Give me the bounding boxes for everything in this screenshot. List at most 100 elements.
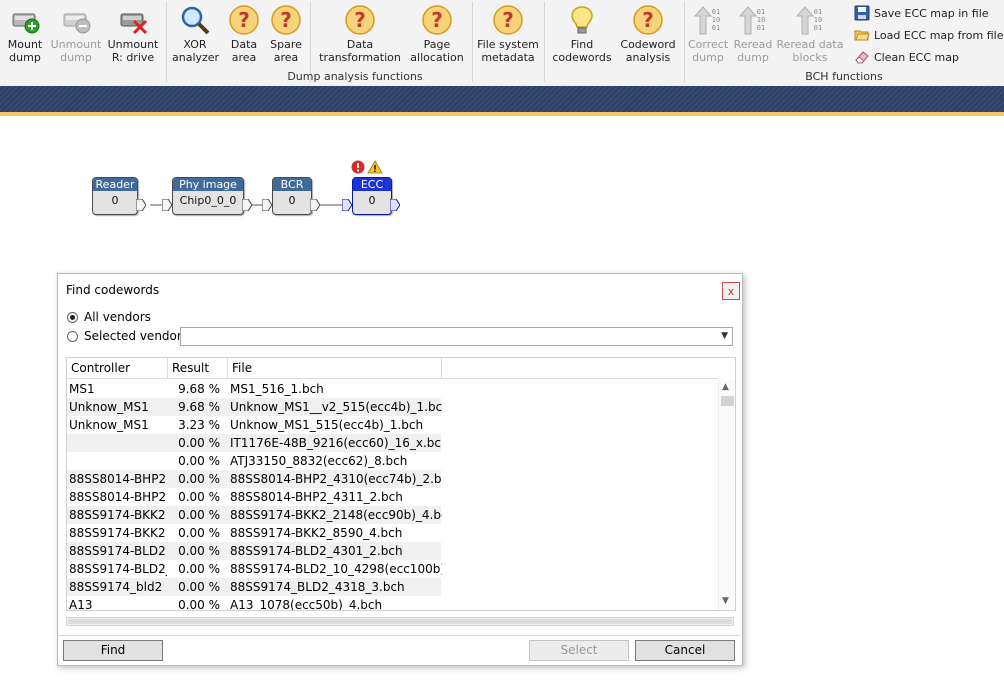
svg-text:01: 01 (814, 8, 822, 16)
pipeline-node-ecc[interactable]: ECC 0 (352, 177, 392, 215)
pipeline-node-bcr[interactable]: BCR 0 (272, 177, 312, 215)
node-title: ECC (353, 178, 391, 191)
pipeline-node-phy-image[interactable]: Phy image Chip0_0_0 (172, 177, 244, 215)
ribbon-toolbar: Mount dump Unmount dump Unmount R: drive… (0, 0, 1004, 87)
correct-dump-button[interactable]: 01 10 01 Correct dump (688, 4, 728, 64)
cancel-button[interactable]: Cancel (635, 640, 735, 661)
table-row[interactable]: 88SS9174_bld2 0.00 % 88SS9174_BLD2_4318_3.… (67, 578, 441, 596)
svg-text:01: 01 (757, 24, 765, 32)
scrollbar-thumb[interactable] (721, 396, 734, 406)
group-label-bch: BCH functions (805, 70, 883, 83)
clean-ecc-map-label: Clean ECC map (874, 50, 959, 64)
close-button[interactable]: x (722, 282, 740, 300)
data-transformation-button[interactable]: ? Data transformation (318, 4, 402, 64)
cell-controller: 88SS8014-BHP2 (69, 472, 167, 486)
mount-dump-button[interactable]: Mount dump (4, 4, 46, 64)
save-ecc-map-button[interactable]: Save ECC map in file (854, 4, 989, 22)
table-row[interactable]: 88SS9174-BLD2 0.00 % 88SS9174-BLD2_4301_2.… (67, 542, 441, 560)
cell-controller: 88SS9174-BKK2 (69, 526, 166, 540)
output-port-icon[interactable] (242, 199, 252, 211)
page-allocation-label: Page allocation (410, 38, 464, 64)
output-port-icon[interactable] (136, 199, 146, 211)
scroll-down-icon[interactable]: ▼ (722, 596, 729, 606)
data-area-button[interactable]: ? Data area (226, 4, 262, 64)
question-icon: ? (422, 5, 452, 35)
results-list[interactable]: Controller Result File MS1 9.68 % MS1_516_… (66, 357, 736, 611)
svg-text:?: ? (280, 8, 292, 32)
column-header-controller[interactable]: Controller (67, 358, 168, 379)
vendor-select[interactable]: ▼ (180, 327, 733, 346)
all-vendors-radio[interactable] (67, 312, 78, 323)
reread-data-blocks-button[interactable]: 01 10 01 Reread data blocks (776, 4, 844, 64)
selected-vendors-radio[interactable] (67, 331, 78, 342)
table-row[interactable]: 88SS8014-BHP2 0.00 % 88SS8014-BHP2_4311_2.… (67, 488, 441, 506)
clean-ecc-map-button[interactable]: Clean ECC map (854, 48, 959, 66)
unmount-dump-label: Unmount dump (50, 38, 102, 64)
question-icon: ? (229, 5, 259, 35)
svg-text:01: 01 (757, 8, 765, 16)
chevron-down-icon: ▼ (721, 331, 728, 341)
svg-text:01: 01 (814, 24, 822, 32)
svg-text:01: 01 (712, 24, 720, 32)
cell-file: Unknow_MS1__v2_515(ecc4b)_1.bch (230, 400, 442, 414)
table-row[interactable]: A13 0.00 % A13_1078(ecc50b)_4.bch (67, 596, 441, 610)
data-transformation-label: Data transformation (319, 38, 401, 64)
input-port-icon[interactable] (342, 199, 352, 211)
find-codewords-button[interactable]: Find codewords (550, 4, 614, 64)
table-row[interactable]: 0.00 % ATJ33150_8832(ecc62)_8.bch (67, 452, 441, 470)
cell-file: Unknow_MS1_515(ecc4b)_1.bch (230, 418, 424, 432)
file-system-metadata-button[interactable]: ? File system metadata (476, 4, 540, 64)
unmount-drive-button[interactable]: Unmount R: drive (106, 4, 160, 64)
svg-text:01: 01 (712, 8, 720, 16)
unmount-drive-icon (120, 13, 148, 35)
node-value: 0 (368, 194, 376, 207)
binary-arrow-icon: 01 10 01 (738, 6, 765, 35)
horizontal-scrollbar[interactable] (66, 617, 734, 626)
ribbon-separator (544, 2, 545, 82)
load-ecc-map-button[interactable]: Load ECC map from file (854, 26, 1003, 44)
table-row[interactable]: MS1 9.68 % MS1_516_1.bch (67, 380, 441, 398)
table-row[interactable]: 88SS9174-BKK2 0.00 % 88SS9174-BKK2_8590_4.… (67, 524, 441, 542)
data-area-label: Data area (230, 38, 258, 64)
codeword-analysis-button[interactable]: ? Codeword analysis (618, 4, 678, 64)
table-row[interactable]: Unknow_MS1 3.23 % Unknow_MS1_515(ecc4b)_1.… (67, 416, 441, 434)
binary-arrow-icon: 01 10 01 (795, 6, 822, 35)
cell-result: 9.68 % (178, 382, 220, 396)
pipeline-node-reader[interactable]: Reader 0 (92, 177, 138, 215)
reread-data-blocks-label: Reread data blocks (776, 38, 844, 64)
mount-dump-label: Mount dump (7, 38, 43, 64)
select-button[interactable]: Select (529, 640, 629, 661)
xor-analyzer-button[interactable]: XOR analyzer (172, 4, 220, 64)
vertical-scrollbar[interactable]: ▲ ▼ (718, 380, 735, 610)
scroll-up-icon[interactable]: ▲ (722, 382, 729, 392)
output-port-icon[interactable] (390, 199, 400, 211)
svg-text:?: ? (354, 8, 366, 32)
table-row[interactable]: Unknow_MS1 9.68 % Unknow_MS1__v2_515(ecc4b… (67, 398, 442, 416)
cell-controller: Unknow_MS1 (69, 418, 149, 432)
table-row[interactable]: 88SS9174-BLD2_10 0.00 % 88SS9174-BLD2_10_4… (67, 560, 442, 578)
spare-area-label: Spare area (270, 38, 302, 64)
spare-area-button[interactable]: ? Spare area (266, 4, 306, 64)
reread-dump-button[interactable]: 01 10 01 Reread dump (732, 4, 774, 64)
find-button[interactable]: Find (63, 640, 163, 661)
column-header-file[interactable]: File (228, 358, 442, 379)
table-row[interactable]: 88SS9174-BKK2 0.00 % 88SS9174-BKK2_2148(ec… (67, 506, 442, 524)
cell-result: 9.68 % (178, 400, 220, 414)
column-header-result[interactable]: Result (168, 358, 228, 379)
xor-analyzer-label: XOR analyzer (172, 38, 220, 64)
input-port-icon[interactable] (162, 199, 172, 211)
table-row[interactable]: 0.00 % IT1176E-48B_9216(ecc60)_16_x.bch (67, 434, 442, 452)
page-allocation-button[interactable]: ? Page allocation (408, 4, 466, 64)
floppy-icon (854, 5, 870, 21)
scrollbar-thumb[interactable] (68, 619, 732, 624)
unmount-dump-button[interactable]: Unmount dump (50, 4, 102, 64)
cell-result: 0.00 % (178, 454, 220, 468)
node-value: 0 (111, 194, 119, 207)
cell-result: 0.00 % (178, 580, 220, 594)
table-row[interactable]: 88SS8014-BHP2 0.00 % 88SS8014-BHP2_4310(ec… (67, 470, 442, 488)
input-port-icon[interactable] (262, 199, 272, 211)
output-port-icon[interactable] (310, 199, 320, 211)
cell-result: 0.00 % (178, 436, 220, 450)
cell-file: MS1_516_1.bch (230, 382, 324, 396)
folder-open-icon (854, 30, 870, 41)
